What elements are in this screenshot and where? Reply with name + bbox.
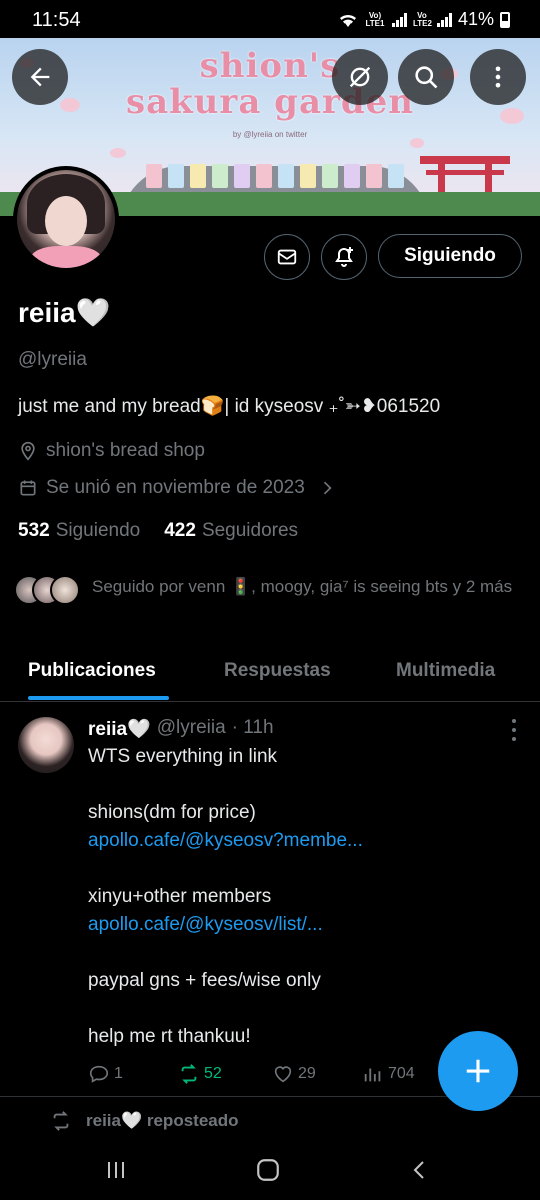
followers-label: Seguidores	[201, 520, 299, 541]
status-bar: 11:54 Vo) LTE1 Vo LTE2 41%	[0, 0, 540, 38]
joined-row[interactable]: Se unió en noviembre de 2023	[18, 477, 337, 499]
like-icon	[274, 1066, 292, 1083]
followers-stat[interactable]: 422 Seguidores	[164, 520, 298, 542]
location-text: shion's bread shop	[46, 440, 205, 461]
followers-count: 422	[164, 520, 196, 541]
post-author-name[interactable]: reiia🤍	[88, 717, 151, 741]
post-line	[88, 855, 508, 883]
views-button[interactable]: 704	[362, 1063, 415, 1085]
tab-respuestas[interactable]: Respuestas	[224, 660, 331, 682]
network-label-2: Vo LTE2	[412, 10, 432, 28]
repost-icon	[181, 1064, 197, 1084]
battery-icon	[500, 11, 510, 28]
network-label-1: Vo) LTE1	[365, 10, 385, 28]
post-link-shions[interactable]: apollo.cafe/@kyseosv?membe...	[88, 830, 363, 851]
post-line: WTS everything in link	[88, 746, 278, 767]
joined-text: Se unió en noviembre de 2023	[46, 477, 305, 498]
post-more-button[interactable]	[510, 719, 518, 741]
banner-title-line1: shion's	[199, 46, 341, 86]
notifications-button[interactable]	[321, 234, 367, 280]
tab-multimedia[interactable]: Multimedia	[396, 660, 495, 682]
repost-indicator-text: reiia🤍 reposteado	[86, 1111, 239, 1130]
recent-apps-icon	[108, 1162, 124, 1178]
repost-indicator: reiia🤍 reposteado	[50, 1110, 239, 1132]
recent-apps-button[interactable]	[96, 1154, 136, 1186]
banner-byline: by @lyreiia on twitter	[232, 130, 308, 139]
follow-stats: 532 Siguiendo 422 Seguidores	[18, 520, 298, 542]
reply-count: 1	[114, 1065, 123, 1082]
home-icon	[257, 1159, 279, 1181]
wifi-icon	[339, 14, 356, 27]
view-count: 704	[388, 1065, 415, 1082]
mail-icon	[277, 249, 297, 265]
location-row: shion's bread shop	[18, 440, 205, 462]
views-icon	[364, 1068, 381, 1082]
profile-tabs: Publicaciones Respuestas Multimedia	[0, 640, 540, 702]
following-stat[interactable]: 532 Siguiendo	[18, 520, 140, 542]
post-line	[88, 939, 508, 967]
signal-icon-1	[391, 12, 407, 27]
reply-button[interactable]: 1	[88, 1063, 178, 1085]
post-time: · 11h	[231, 717, 274, 738]
followed-by-row[interactable]: Seguido por venn 🚦, moogy, gia⁷ is seein…	[14, 575, 522, 605]
battery-percent: 41%	[457, 9, 494, 29]
repost-icon	[53, 1111, 69, 1131]
like-count: 29	[298, 1065, 316, 1082]
following-label: Siguiendo	[55, 520, 141, 541]
more-vertical-icon	[495, 66, 501, 88]
post-line	[88, 771, 508, 799]
lanterns-illustration	[130, 164, 420, 190]
post-line	[88, 995, 508, 1023]
post-header: reiia🤍 @lyreiia · 11h	[88, 717, 274, 741]
chevron-right-icon	[323, 481, 332, 495]
user-handle: @lyreiia	[18, 349, 87, 370]
status-icons: Vo) LTE1 Vo LTE2 41%	[338, 9, 510, 30]
reply-icon	[89, 1065, 109, 1083]
following-count: 532	[18, 520, 50, 541]
system-back-button[interactable]	[400, 1154, 440, 1186]
bell-plus-icon	[335, 247, 353, 267]
tab-publicaciones[interactable]: Publicaciones	[28, 660, 156, 682]
more-options-button[interactable]	[470, 49, 526, 105]
calendar-icon	[20, 480, 36, 496]
signal-icon-2	[436, 12, 452, 27]
post-text: WTS everything in link shions(dm for pri…	[88, 743, 508, 1051]
avatar-image	[17, 170, 115, 268]
repost-button[interactable]: 52	[178, 1063, 272, 1085]
compose-button[interactable]	[438, 1031, 518, 1111]
followed-by-avatars	[14, 575, 80, 605]
banner-title-line2: sakura garden	[125, 82, 415, 122]
location-pin-icon	[21, 441, 35, 461]
chevron-left-icon	[413, 1161, 424, 1179]
following-button[interactable]: Siguiendo	[378, 234, 522, 278]
post-line: xinyu+other members	[88, 886, 272, 907]
system-nav-bar	[0, 1140, 540, 1200]
followed-by-text: Seguido por venn 🚦, moogy, gia⁷ is seein…	[92, 577, 513, 596]
like-button[interactable]: 29	[272, 1063, 362, 1085]
post-avatar[interactable]	[18, 717, 74, 773]
plus-icon	[466, 1059, 490, 1083]
profile-bio: just me and my bread🍞| id kyseosv ₊˚➳❥06…	[18, 396, 441, 417]
post-line: paypal gns + fees/wise only	[88, 970, 321, 991]
home-button[interactable]	[248, 1154, 288, 1186]
active-tab-indicator	[28, 696, 169, 700]
hide-icon	[349, 66, 371, 88]
hide-button[interactable]	[332, 49, 388, 105]
back-button[interactable]	[12, 49, 68, 105]
status-time: 11:54	[32, 9, 81, 31]
search-button[interactable]	[398, 49, 454, 105]
repost-count: 52	[204, 1065, 222, 1082]
search-icon	[415, 66, 438, 89]
message-button[interactable]	[264, 234, 310, 280]
post-author-handle: @lyreiia	[156, 717, 226, 738]
back-arrow-icon	[30, 67, 50, 87]
profile-avatar[interactable]	[13, 166, 119, 272]
display-name: reiia🤍	[18, 297, 111, 328]
post-actions: 1 52 29 704	[88, 1063, 428, 1085]
post-line: shions(dm for price)	[88, 802, 256, 823]
post-link-members[interactable]: apollo.cafe/@kyseosv/list/...	[88, 914, 323, 935]
